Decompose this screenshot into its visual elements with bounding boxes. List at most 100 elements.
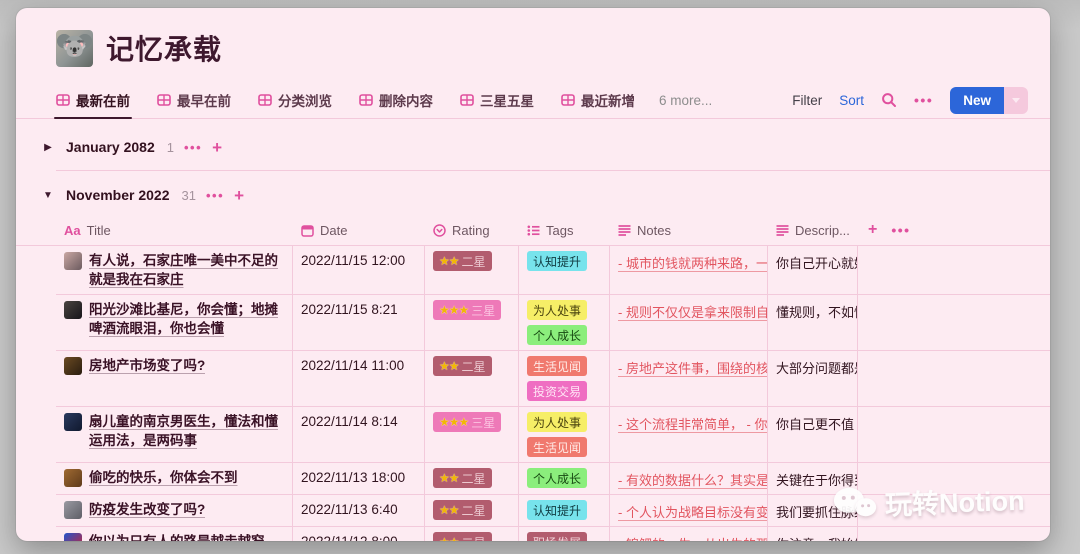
cell-rating[interactable]: ★★ 二星 — [425, 463, 519, 494]
table-row[interactable]: 房地产市场变了吗? 2022/11/14 11:00 ★★ 二星 生活见闻投资交… — [56, 351, 1050, 407]
column-header-tags[interactable]: Tags — [519, 223, 610, 238]
group-toggle-icon[interactable]: ▼ — [40, 190, 56, 201]
group-count: 1 — [167, 140, 174, 155]
group-header-january-2082: ▶ January 2082 1 ••• + — [16, 132, 1050, 162]
cell-title[interactable]: 偷吃的快乐，你体会不到 — [56, 463, 293, 494]
more-options-icon[interactable]: ••• — [914, 92, 933, 108]
tab-recently-added[interactable]: 最近新增 — [561, 82, 635, 118]
table-row[interactable]: 你以为只有人的路是越走越窄的? 2022/11/12 8:00 ★★ 二星 职场… — [56, 527, 1050, 541]
cell-filler — [858, 495, 1050, 526]
cell-rating[interactable]: ★★ 二星 — [425, 246, 519, 294]
column-header-date[interactable]: Date — [293, 223, 425, 238]
table-row[interactable]: 有人说，石家庄唯一美中不足的就是我在石家庄 2022/11/15 12:00 ★… — [56, 246, 1050, 295]
cell-notes[interactable]: - 锦鲤的一生，从出生的那 — [610, 527, 768, 541]
tab-three-five-star[interactable]: 三星五星 — [460, 82, 534, 118]
row-title-link[interactable]: 偷吃的快乐，你体会不到 — [89, 468, 238, 487]
page-thumbnail-icon — [64, 533, 82, 541]
tab-deleted-content[interactable]: 删除内容 — [359, 82, 433, 118]
cell-title[interactable]: 有人说，石家庄唯一美中不足的就是我在石家庄 — [56, 246, 293, 294]
cell-tags[interactable]: 认知提升 — [519, 246, 610, 294]
group-options-icon[interactable]: ••• — [184, 140, 202, 155]
row-title-link[interactable]: 阳光沙滩比基尼，你会懂；地摊啤酒流眼泪，你也会懂 — [89, 300, 284, 338]
cell-rating[interactable]: ★★ 二星 — [425, 351, 519, 406]
cell-tags[interactable]: 个人成长 — [519, 463, 610, 494]
cell-date[interactable]: 2022/11/15 12:00 — [293, 246, 425, 294]
cell-description[interactable]: 你注意，我始终 — [768, 527, 858, 541]
star-icons: ★★★ — [439, 415, 468, 429]
rating-pill: ★★★ 三星 — [433, 412, 501, 432]
cell-rating[interactable]: ★★ 二星 — [425, 527, 519, 541]
sort-button[interactable]: Sort — [839, 93, 864, 108]
cell-title[interactable]: 房地产市场变了吗? — [56, 351, 293, 406]
search-icon[interactable] — [881, 92, 897, 108]
table-row[interactable]: 阳光沙滩比基尼，你会懂；地摊啤酒流眼泪，你也会懂 2022/11/15 8:21… — [56, 295, 1050, 351]
cell-notes[interactable]: - 房地产这件事，围绕的核 — [610, 351, 768, 406]
new-dropdown-button[interactable] — [1004, 87, 1028, 114]
group-name[interactable]: January 2082 — [66, 139, 155, 155]
group-count: 31 — [182, 188, 196, 203]
cell-notes[interactable]: - 有效的数据什么？其实是 — [610, 463, 768, 494]
cell-notes[interactable]: - 规则不仅仅是拿来限制自 — [610, 295, 768, 350]
cell-description[interactable]: 大部分问题都是 — [768, 351, 858, 406]
tag-pill: 个人成长 — [527, 325, 587, 345]
row-title-link[interactable]: 防疫发生改变了吗? — [89, 500, 205, 519]
cell-rating[interactable]: ★★ 二星 — [425, 495, 519, 526]
column-header-notes[interactable]: Notes — [610, 223, 768, 238]
column-header-title[interactable]: Aa Title — [56, 223, 293, 238]
cell-description[interactable]: 关键在于你得到 — [768, 463, 858, 494]
tab-newest-first[interactable]: 最新在前 — [56, 82, 130, 118]
cell-date[interactable]: 2022/11/13 18:00 — [293, 463, 425, 494]
cell-title[interactable]: 防疫发生改变了吗? — [56, 495, 293, 526]
cell-date[interactable]: 2022/11/12 8:00 — [293, 527, 425, 541]
tab-browse-by-category[interactable]: 分类浏览 — [258, 82, 332, 118]
cell-date[interactable]: 2022/11/13 6:40 — [293, 495, 425, 526]
tab-oldest-first[interactable]: 最早在前 — [157, 82, 231, 118]
page-thumbnail-icon — [64, 469, 82, 487]
row-title-link[interactable]: 房地产市场变了吗? — [89, 356, 205, 375]
cell-date[interactable]: 2022/11/14 8:14 — [293, 407, 425, 462]
cell-notes[interactable]: - 这个流程非常简单， - 你 — [610, 407, 768, 462]
cell-title[interactable]: 你以为只有人的路是越走越窄的? — [56, 527, 293, 541]
group-add-icon[interactable]: + — [234, 187, 244, 204]
table-row[interactable]: 防疫发生改变了吗? 2022/11/13 6:40 ★★ 二星 认知提升 - 个… — [56, 495, 1050, 527]
column-header-rating[interactable]: Rating — [425, 223, 519, 238]
cell-tags[interactable]: 职场发展 — [519, 527, 610, 541]
cell-notes[interactable]: - 个人认为战略目标没有变 — [610, 495, 768, 526]
cell-description[interactable]: 我们要抓住脉络 — [768, 495, 858, 526]
add-column-icon[interactable]: + — [858, 221, 887, 239]
cell-description[interactable]: 懂规则，不如懂人性 — [768, 295, 858, 350]
table-row[interactable]: 偷吃的快乐，你体会不到 2022/11/13 18:00 ★★ 二星 个人成长 … — [56, 463, 1050, 495]
tab-label: 最早在前 — [177, 90, 231, 110]
cell-date[interactable]: 2022/11/15 8:21 — [293, 295, 425, 350]
table-options-icon[interactable]: ••• — [887, 222, 914, 238]
cell-date[interactable]: 2022/11/14 11:00 — [293, 351, 425, 406]
row-title-link[interactable]: 你以为只有人的路是越走越窄的? — [89, 532, 284, 541]
table-row[interactable]: 扇儿童的南京男医生，懂法和懂运用法，是两码事 2022/11/14 8:14 ★… — [56, 407, 1050, 463]
group-options-icon[interactable]: ••• — [206, 188, 224, 203]
row-title-link[interactable]: 有人说，石家庄唯一美中不足的就是我在石家庄 — [89, 251, 284, 289]
new-button[interactable]: New — [950, 87, 1028, 114]
cell-title[interactable]: 阳光沙滩比基尼，你会懂；地摊啤酒流眼泪，你也会懂 — [56, 295, 293, 350]
cell-rating[interactable]: ★★★ 三星 — [425, 295, 519, 350]
column-header-description[interactable]: Descrip... — [768, 223, 858, 238]
cell-tags[interactable]: 认知提升 — [519, 495, 610, 526]
new-button-label[interactable]: New — [950, 87, 1004, 114]
row-title-link[interactable]: 扇儿童的南京男医生，懂法和懂运用法，是两码事 — [89, 412, 284, 450]
cell-tags[interactable]: 为人处事生活见闻 — [519, 407, 610, 462]
page-icon-koala[interactable]: 🐨 — [56, 30, 93, 67]
group-toggle-icon[interactable]: ▶ — [40, 142, 56, 153]
cell-title[interactable]: 扇儿童的南京男医生，懂法和懂运用法，是两码事 — [56, 407, 293, 462]
filter-button[interactable]: Filter — [792, 93, 822, 108]
cell-description[interactable]: 你自己开心就好 — [768, 246, 858, 294]
more-tabs-button[interactable]: 6 more... — [659, 93, 712, 108]
cell-rating[interactable]: ★★★ 三星 — [425, 407, 519, 462]
group-name[interactable]: November 2022 — [66, 187, 170, 203]
cell-description[interactable]: 你自己更不值 — [768, 407, 858, 462]
group-add-icon[interactable]: + — [212, 139, 222, 156]
star-icons: ★★ — [439, 471, 459, 485]
star-icons: ★★ — [439, 503, 459, 517]
cell-tags[interactable]: 为人处事个人成长 — [519, 295, 610, 350]
cell-notes[interactable]: - 城市的钱就两种来路，一 — [610, 246, 768, 294]
column-label: Notes — [637, 223, 671, 238]
cell-tags[interactable]: 生活见闻投资交易 — [519, 351, 610, 406]
